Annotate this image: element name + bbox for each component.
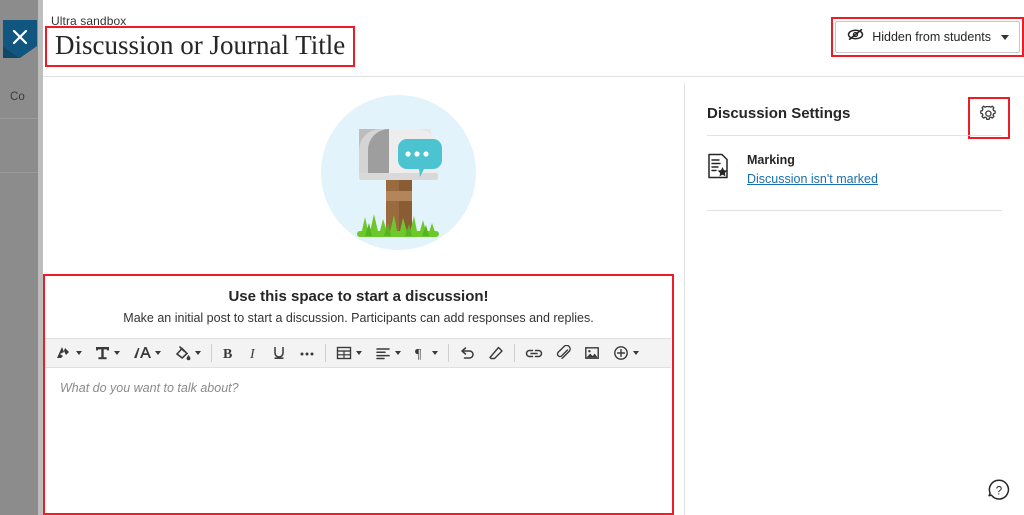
dimmed-background-overlay <box>0 0 38 515</box>
background-divider <box>0 172 38 173</box>
discussion-message-input[interactable]: What do you want to talk about? <box>45 369 671 512</box>
mailbox-with-chat-bubble-illustration <box>321 95 476 250</box>
settings-gear-highlight <box>968 97 1010 139</box>
main-content: Use this space to start a discussion! Ma… <box>43 77 684 515</box>
help-question-icon: ? <box>986 479 1012 507</box>
editor-header: Use this space to start a discussion! Ma… <box>45 276 672 325</box>
visibility-highlight: Hidden from students <box>831 17 1024 57</box>
align-icon[interactable] <box>373 341 403 365</box>
paragraph-icon[interactable]: ¶ <box>412 341 440 365</box>
svg-text:B: B <box>223 347 232 361</box>
panel-divider-top <box>707 135 1002 136</box>
editor-heading: Use this space to start a discussion! <box>228 288 489 305</box>
close-button[interactable] <box>3 20 37 58</box>
highlight-color-icon[interactable] <box>172 341 203 365</box>
insert-link-icon[interactable] <box>523 341 545 365</box>
gear-icon <box>979 105 1000 131</box>
italic-icon[interactable]: I <box>246 341 261 365</box>
clear-formatting-icon[interactable] <box>486 341 506 365</box>
help-button[interactable]: ? <box>986 477 1012 503</box>
bold-icon[interactable]: B <box>220 341 237 365</box>
visibility-label: Hidden from students <box>872 30 991 44</box>
marking-document-icon <box>707 153 731 179</box>
add-content-icon[interactable] <box>611 341 641 365</box>
discussion-page: Co Ultra sandbox Discussion or Journal T… <box>0 0 1024 515</box>
panel-divider-bottom <box>707 210 1002 211</box>
editor-toolbar: B I ¶ <box>45 338 671 368</box>
text-style-icon[interactable] <box>53 341 84 365</box>
insert-image-icon[interactable] <box>582 341 602 365</box>
marking-setting-row: Marking Discussion isn't marked <box>707 151 878 186</box>
editor-placeholder: What do you want to talk about? <box>60 381 239 395</box>
marking-label: Marking <box>747 153 795 167</box>
eye-slash-icon <box>847 28 864 46</box>
discussion-settings-panel: Discussion Settings Marking Discussion i… <box>685 77 1024 515</box>
background-partial-label: Co <box>10 91 25 103</box>
svg-text:¶: ¶ <box>415 347 422 361</box>
marking-status-link[interactable]: Discussion isn't marked <box>747 172 878 186</box>
svg-text:I: I <box>249 347 256 361</box>
panel-title: Discussion Settings <box>707 105 851 122</box>
text-format-icon[interactable] <box>93 341 122 365</box>
page-title-highlight: Discussion or Journal Title <box>45 26 356 68</box>
chevron-down-icon <box>1001 34 1009 40</box>
font-size-icon[interactable] <box>131 341 163 365</box>
visibility-dropdown[interactable]: Hidden from students <box>835 21 1020 53</box>
svg-text:?: ? <box>996 485 1002 497</box>
page-title: Discussion or Journal Title <box>55 30 346 60</box>
page-header: Ultra sandbox Discussion or Journal Titl… <box>43 0 1024 77</box>
underline-icon[interactable] <box>270 341 288 365</box>
background-divider <box>0 118 38 119</box>
more-options-icon[interactable] <box>297 341 317 365</box>
attach-file-icon[interactable] <box>554 341 573 365</box>
editor-subheading: Make an initial post to start a discussi… <box>123 311 594 325</box>
discussion-editor-highlight: Use this space to start a discussion! Ma… <box>43 274 674 515</box>
insert-table-icon[interactable] <box>334 341 364 365</box>
settings-gear-button[interactable] <box>973 102 1005 134</box>
undo-icon[interactable] <box>457 341 477 365</box>
